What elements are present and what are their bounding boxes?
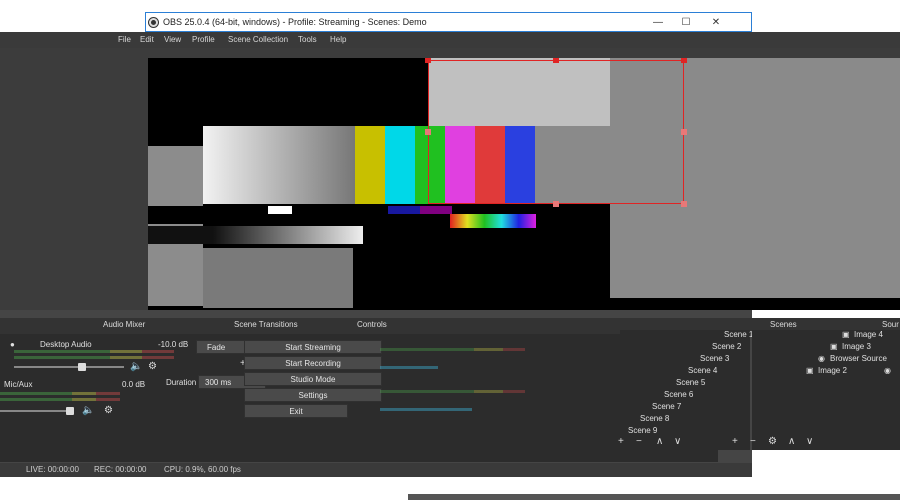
selection-handle[interactable]	[425, 129, 431, 135]
menu-scene-collection[interactable]: Scene Collection	[228, 35, 288, 44]
selection-handle[interactable]	[553, 58, 559, 63]
selection-handle[interactable]	[681, 129, 687, 135]
minimize-button[interactable]: —	[648, 15, 668, 30]
rec-status: REC: 00:00:00	[94, 465, 147, 474]
controls-title: Controls	[357, 320, 387, 329]
menu-help[interactable]: Help	[330, 35, 346, 44]
selection-handle[interactable]	[681, 58, 687, 63]
volume-meter	[380, 366, 438, 369]
image-source-icon: ▣	[806, 366, 814, 375]
scene-item[interactable]: Scene 2	[712, 342, 741, 351]
move-down-icon[interactable]: ∨	[674, 437, 681, 447]
move-up-icon[interactable]: ∧	[788, 437, 795, 447]
audio-mixer-title: Audio Mixer	[103, 320, 146, 329]
canvas-dark-strip	[148, 226, 213, 244]
source-item[interactable]: Image 4	[854, 330, 883, 339]
obs-logo-icon	[149, 17, 158, 27]
source-item[interactable]: Browser Source	[830, 354, 887, 363]
canvas-black-region	[148, 58, 428, 126]
source-item[interactable]: Image 3	[842, 342, 871, 351]
move-up-icon[interactable]: ∧	[656, 437, 663, 447]
menu-view[interactable]: View	[164, 35, 181, 44]
gear-icon[interactable]: ⚙	[768, 437, 777, 447]
gear-icon[interactable]: ⚙	[104, 406, 113, 416]
menu-bar: File Edit View Profile Scene Collection …	[0, 32, 900, 48]
source-item[interactable]: Image 2	[818, 366, 847, 375]
speaker-icon[interactable]: 🔈	[82, 406, 94, 416]
maximize-button[interactable]: ☐	[676, 15, 696, 30]
move-down-icon[interactable]: ∨	[806, 437, 813, 447]
live-status: LIVE: 00:00:00	[26, 465, 79, 474]
selection-handle[interactable]	[681, 201, 687, 207]
remove-scene-icon[interactable]: −	[636, 437, 642, 447]
scene-item[interactable]: Scene 4	[688, 366, 717, 375]
volume-meter	[380, 390, 525, 393]
color-bar-yellow	[355, 126, 385, 204]
menu-file[interactable]: File	[118, 35, 131, 44]
background-window-edge	[408, 494, 900, 500]
image-source-icon: ▣	[830, 342, 838, 351]
volume-slider[interactable]	[0, 410, 72, 412]
canvas-grey-panel-lower	[203, 248, 353, 308]
image-source-icon: ▣	[842, 330, 850, 339]
volume-meter	[14, 356, 174, 359]
mixer-track-db: 0.0 dB	[122, 380, 146, 389]
scene-item[interactable]: Scene 1	[724, 330, 753, 339]
speaker-icon[interactable]: 🔈	[130, 362, 142, 372]
volume-slider-handle[interactable]	[66, 407, 74, 415]
settings-button[interactable]: Settings	[244, 388, 382, 402]
gear-icon[interactable]: ⚙	[148, 362, 157, 372]
mixer-track-name: Desktop Audio	[40, 340, 92, 349]
sources-title: Sour	[882, 320, 899, 329]
sources-panel	[752, 330, 900, 450]
volume-meter	[380, 408, 472, 411]
studio-mode-button[interactable]: Studio Mode	[244, 372, 382, 386]
remove-source-icon[interactable]: −	[750, 437, 756, 447]
window-title: OBS 25.0.4 (64-bit, windows) - Profile: …	[163, 17, 427, 27]
volume-slider[interactable]	[14, 366, 124, 368]
window-titlebar[interactable]: OBS 25.0.4 (64-bit, windows) - Profile: …	[145, 12, 752, 32]
selection-handle[interactable]	[425, 58, 431, 63]
scene-item[interactable]: Scene 9	[628, 426, 657, 435]
preview-canvas[interactable]	[148, 58, 900, 310]
scene-item[interactable]: Scene 8	[640, 414, 669, 423]
mixer-track-name: Mic/Aux	[4, 380, 33, 389]
start-streaming-button[interactable]: Start Streaming	[244, 340, 382, 354]
scene-transitions-title: Scene Transitions	[234, 320, 298, 329]
volume-meter	[380, 348, 525, 351]
duration-label: Duration	[166, 378, 197, 387]
menu-tools[interactable]: Tools	[298, 35, 317, 44]
selection-handle[interactable]	[553, 201, 559, 207]
scenes-title: Scenes	[770, 320, 797, 329]
scene-item[interactable]: Scene 3	[700, 354, 729, 363]
add-scene-icon[interactable]: +	[618, 437, 624, 447]
menu-profile[interactable]: Profile	[192, 35, 215, 44]
canvas-gradient-bar	[203, 126, 355, 204]
scene-item[interactable]: Scene 7	[652, 402, 681, 411]
status-bar: LIVE: 00:00:00 REC: 00:00:00 CPU: 0.9%, …	[0, 463, 752, 477]
menu-edit[interactable]: Edit	[140, 35, 154, 44]
add-source-icon[interactable]: +	[732, 437, 738, 447]
volume-meter	[0, 392, 120, 395]
volume-meter	[14, 350, 174, 353]
color-bar-cyan	[385, 126, 415, 204]
mixer-track-db: -10.0 dB	[158, 340, 189, 349]
scene-item[interactable]: Scene 6	[664, 390, 693, 399]
start-recording-button[interactable]: Start Recording	[244, 356, 382, 370]
volume-slider-handle[interactable]	[78, 363, 86, 371]
eye-icon[interactable]: ◉	[884, 366, 891, 376]
canvas-pluge-strip	[148, 206, 548, 214]
close-button[interactable]: ✕	[706, 15, 726, 30]
scene-item[interactable]: Scene 5	[676, 378, 705, 387]
canvas-ramp-strip	[213, 226, 363, 244]
canvas-hue-strip	[450, 214, 536, 228]
cpu-status: CPU: 0.9%, 60.00 fps	[164, 465, 241, 474]
browser-source-icon: ◉	[818, 354, 825, 363]
exit-button[interactable]: Exit	[244, 404, 348, 418]
source-selection-box[interactable]	[428, 60, 684, 204]
volume-meter	[0, 398, 120, 401]
eye-icon[interactable]: ●	[10, 340, 15, 349]
